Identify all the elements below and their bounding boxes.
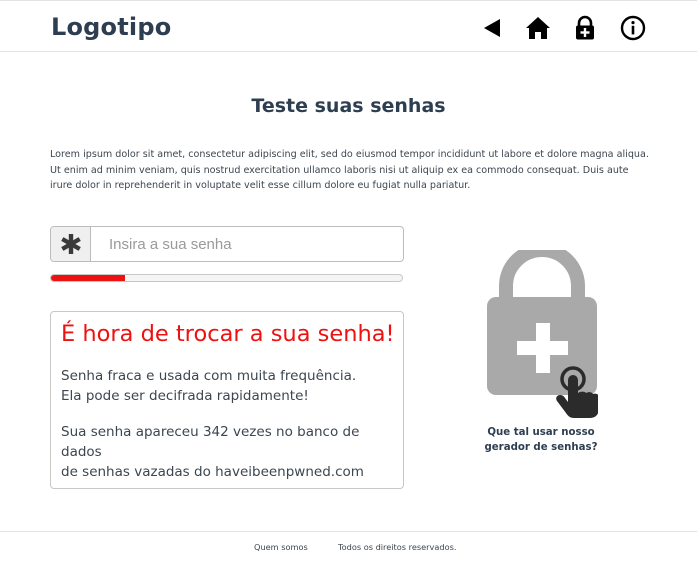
result-weak-message: Senha fraca e usada com muita frequência… xyxy=(61,366,391,406)
lock-plus-icon[interactable] xyxy=(572,15,598,41)
footer-rights-text: Todos os direitos reservados. xyxy=(338,542,457,552)
strength-meter-fill xyxy=(51,275,125,281)
footer-about-link[interactable]: Quem somos xyxy=(254,542,308,552)
strength-meter xyxy=(50,274,403,282)
generator-caption-line-2: gerador de senhas? xyxy=(484,442,598,453)
page-title: Teste suas senhas xyxy=(251,95,446,117)
lock-plus-tap-icon[interactable] xyxy=(486,243,599,422)
back-triangle-icon[interactable] xyxy=(480,15,506,41)
intro-text: Lorem ipsum dolor sit amet, consectetur … xyxy=(50,149,649,191)
logo[interactable]: Logotipo xyxy=(51,13,171,41)
generator-caption-line-1: Que tal usar nosso xyxy=(487,427,595,438)
password-field[interactable] xyxy=(50,226,404,262)
info-icon[interactable] xyxy=(620,15,646,41)
result-line-2: Ela pode ser decifrada rapidamente! xyxy=(61,388,309,404)
result-line-3: Sua senha apareceu 342 vezes no banco de… xyxy=(61,424,360,460)
result-line-4: de senhas vazadas do haveibeenpwned.com xyxy=(61,464,364,480)
result-title: É hora de trocar a sua senha! xyxy=(61,321,395,347)
header: Logotipo xyxy=(0,0,697,52)
home-icon[interactable] xyxy=(525,15,551,41)
result-leak-message: Sua senha apareceu 342 vezes no banco de… xyxy=(61,422,391,482)
result-panel: É hora de trocar a sua senha! Senha frac… xyxy=(50,311,404,489)
password-input[interactable] xyxy=(92,227,403,261)
footer: Quem somos Todos os direitos reservados. xyxy=(0,531,697,561)
generator-link[interactable]: Que tal usar nosso gerador de senhas? xyxy=(442,425,640,455)
asterisk-icon xyxy=(51,227,91,261)
result-line-1: Senha fraca e usada com muita frequência… xyxy=(61,368,357,384)
